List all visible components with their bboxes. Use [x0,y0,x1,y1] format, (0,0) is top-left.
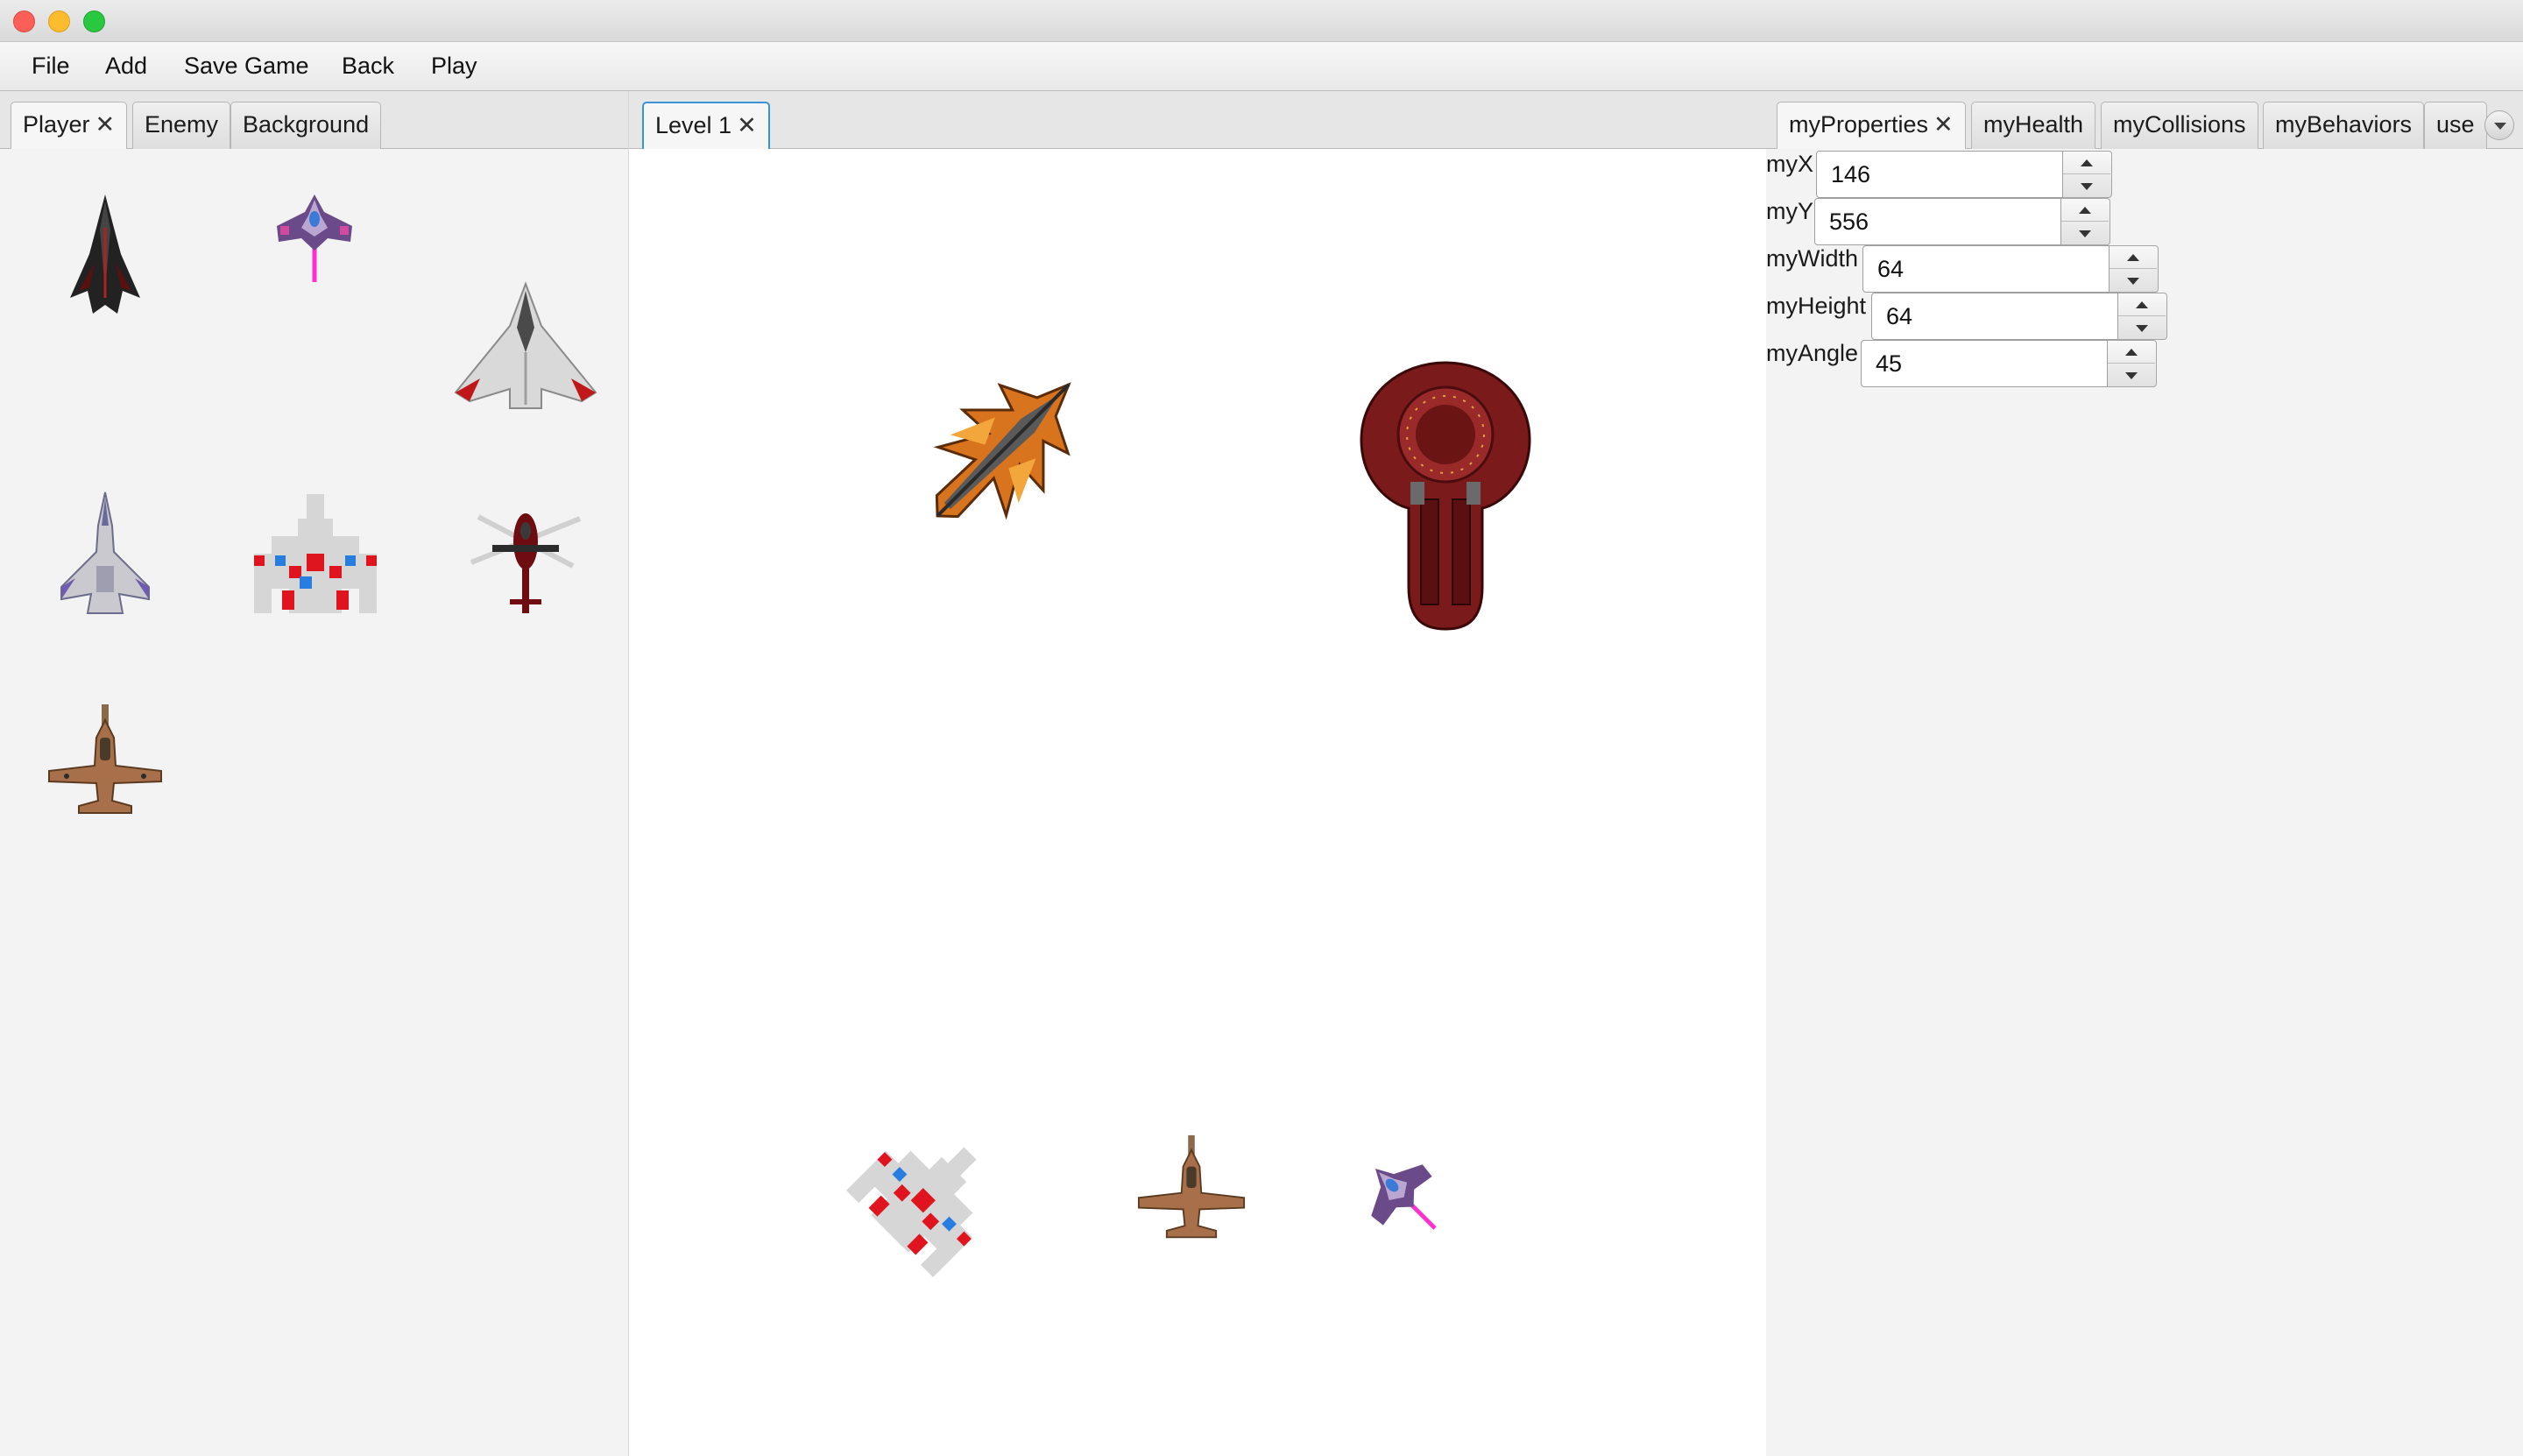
tab-label: Enemy [145,111,219,138]
purple-fighter-rotated-icon[interactable] [1361,1155,1449,1242]
myx-spinner-buttons [2063,151,2112,198]
tab-label: myHealth [1983,111,2084,138]
orange-flame-ship-icon[interactable] [902,354,1104,547]
tab-label: Player [23,111,90,138]
tab-label: use [2436,111,2475,138]
tab-myproperties[interactable]: myProperties ✕ [1777,102,1966,149]
level-tabs: Level 1 ✕ [629,91,1766,149]
red-mothership-icon[interactable] [1360,359,1531,633]
tab-use[interactable]: use [2424,102,2487,149]
menu-back[interactable]: Back [340,42,396,91]
property-label-myheight: myHeight [1766,293,1867,319]
tab-enemy[interactable]: Enemy [132,102,231,149]
increment-arrow-icon[interactable] [2061,199,2109,222]
sprite-category-tabs: Player ✕ Enemy Background [0,91,628,149]
decrement-arrow-icon[interactable] [2110,270,2157,293]
menu-bar: File Add Save Game Back Play [0,42,2523,91]
myangle-input[interactable] [1861,340,2108,387]
pixel-galaga-ship-rotated-icon[interactable] [846,1132,992,1277]
myheight-spinner-buttons [2118,293,2167,340]
brown-camo-jet-icon[interactable] [1137,1134,1246,1242]
increment-arrow-icon[interactable] [2063,152,2110,174]
myx-input[interactable] [1816,151,2063,198]
myheight-input[interactable] [1871,293,2118,340]
tab-myhealth[interactable]: myHealth [1971,102,2096,149]
menu-play[interactable]: Play [429,42,479,91]
tab-player[interactable]: Player ✕ [11,102,128,149]
property-label-myangle: myAngle [1766,340,1859,366]
tab-level-1[interactable]: Level 1 ✕ [642,102,770,149]
property-label-mywidth: myWidth [1766,245,1859,272]
window-minimize-button[interactable] [48,11,70,32]
grey-purple-fighter-jet-icon[interactable] [58,491,152,617]
red-helicopter-icon[interactable] [470,492,582,618]
menu-save-game[interactable]: Save Game [182,42,311,91]
menu-file[interactable]: File [30,42,72,91]
tab-label: myProperties [1789,111,1929,138]
brown-camo-jet-icon[interactable] [47,703,163,818]
component-tabs: myProperties ✕ myHealth myCollisions myBe… [1766,91,2523,149]
myangle-spinner-buttons [2108,340,2157,387]
increment-arrow-icon[interactable] [2108,341,2155,364]
close-icon[interactable]: ✕ [95,111,116,138]
close-icon[interactable]: ✕ [737,112,757,138]
properties-panel: myProperties ✕ myHealth myCollisions myBe… [1766,91,2523,1456]
decrement-arrow-icon[interactable] [2108,364,2155,387]
tab-background[interactable]: Background [230,102,382,149]
dark-stealth-jet-icon[interactable] [68,193,142,319]
purple-fighter-icon[interactable] [275,193,354,284]
tab-label: myBehaviors [2275,111,2413,138]
level-editor-panel: Level 1 ✕ [629,91,1766,1456]
mywidth-spinner-buttons [2110,245,2159,293]
chevron-down-icon[interactable] [2484,110,2514,140]
increment-arrow-icon[interactable] [2118,293,2166,316]
property-label-myy: myY [1766,198,1813,224]
myy-spinner-buttons [2061,198,2110,245]
pixel-galaga-ship-icon[interactable] [252,492,378,615]
tab-mybehaviors[interactable]: myBehaviors [2263,102,2425,149]
myy-input[interactable] [1814,198,2061,245]
window-maximize-button[interactable] [83,11,105,32]
tab-label: Level 1 [655,112,732,138]
tab-mycollisions[interactable]: myCollisions [2101,102,2258,149]
close-icon[interactable]: ✕ [1933,111,1954,138]
tab-label: Background [243,111,370,138]
level-canvas[interactable] [629,149,1766,1456]
white-red-delta-jet-icon[interactable] [454,281,597,410]
window-title-bar [0,0,2523,42]
window-close-button[interactable] [13,11,35,32]
decrement-arrow-icon[interactable] [2061,223,2109,245]
sprite-library-panel: Player ✕ Enemy Background [0,91,629,1456]
decrement-arrow-icon[interactable] [2063,175,2110,198]
tab-label: myCollisions [2113,111,2246,138]
decrement-arrow-icon[interactable] [2118,317,2166,340]
property-label-myx: myX [1766,151,1813,177]
increment-arrow-icon[interactable] [2110,246,2157,269]
mywidth-input[interactable] [1862,245,2110,293]
menu-add[interactable]: Add [103,42,149,91]
